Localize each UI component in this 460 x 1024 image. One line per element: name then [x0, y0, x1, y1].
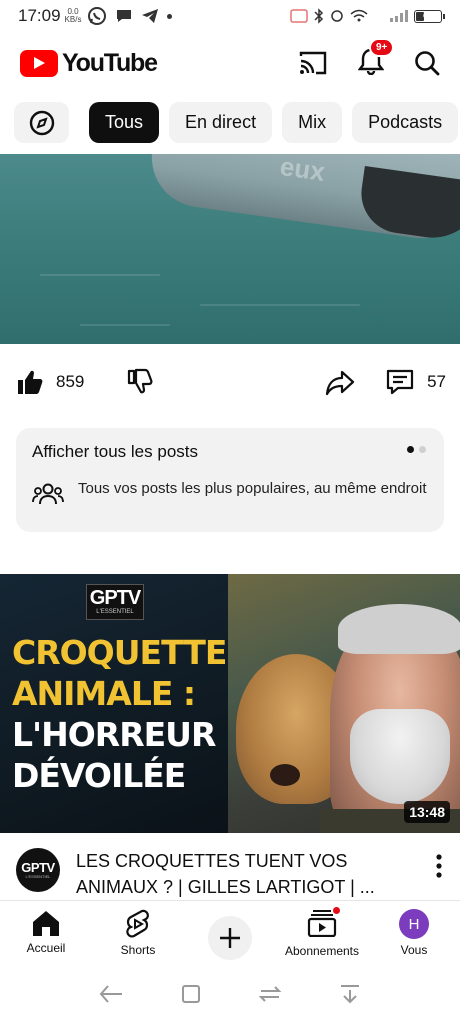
carousel-indicator	[407, 446, 426, 453]
nav-shorts[interactable]: Shorts	[92, 901, 184, 957]
wifi-icon	[350, 9, 368, 22]
hide-keyboard-icon[interactable]	[338, 983, 362, 1005]
carousel-dot-active	[407, 446, 414, 453]
home-icon	[33, 911, 59, 936]
filter-chips: Tous En direct Mix Podcasts	[14, 102, 460, 143]
network-speed-unit: KB/s	[64, 15, 82, 24]
shorts-icon	[126, 909, 149, 938]
cast-status-icon	[290, 9, 308, 23]
youtube-logo[interactable]: YouTube	[20, 48, 158, 78]
share-icon	[325, 370, 355, 396]
status-time: 17:09	[18, 6, 61, 25]
app-header: YouTube 9+	[0, 37, 460, 86]
all-posts-title: Afficher tous les posts	[32, 442, 198, 461]
plus-icon	[220, 928, 240, 948]
signal-icon	[390, 10, 408, 22]
dislike-button[interactable]	[126, 368, 154, 396]
channel-avatar-main: GPTV	[21, 860, 55, 875]
whatsapp-icon	[88, 7, 107, 25]
nav-subscriptions-label: Abonnements	[284, 944, 360, 958]
bluetooth-icon	[314, 8, 324, 24]
nav-you[interactable]: H Vous	[368, 901, 460, 957]
thumbnail-headline: CROQUETTE ANIMALE : L'HORREUR DÉVOILÉE	[12, 632, 227, 796]
all-posts-description: Tous vos posts les plus populaires, au m…	[78, 480, 427, 497]
notifications-button[interactable]: 9+	[357, 37, 395, 80]
message-icon	[117, 10, 132, 22]
man-hair	[338, 604, 460, 654]
video-thumbnail[interactable]: GPTV L'ESSENTIEL CROQUETTE ANIMALE : L'H…	[0, 574, 460, 833]
video-title[interactable]: LES CROQUETTES TUENT VOS ANIMAUX ? | GIL…	[76, 848, 406, 902]
nav-you-label: Vous	[400, 943, 428, 957]
nav-subscriptions[interactable]: Abonnements	[276, 901, 368, 958]
create-button[interactable]	[208, 916, 252, 960]
nav-create[interactable]	[184, 901, 276, 960]
chip-mix[interactable]: Mix	[282, 102, 343, 143]
water-ripple	[40, 274, 160, 276]
thumbs-down-icon	[128, 368, 153, 394]
man-beard	[350, 709, 450, 804]
like-count: 859	[56, 372, 85, 391]
boat-lettering: eux	[278, 154, 327, 187]
headline-line-2: ANIMALE :	[12, 674, 196, 713]
share-button[interactable]	[325, 368, 355, 396]
video-meta: GPTV L'ESSENTIEL LES CROQUETTES TUENT VO…	[16, 848, 444, 902]
youtube-play-icon	[20, 49, 58, 77]
new-content-dot	[332, 906, 341, 915]
like-button[interactable]: 859	[16, 368, 84, 396]
subscriptions-icon-wrap	[307, 906, 341, 940]
boat-fender	[356, 165, 460, 245]
video-duration: 13:48	[404, 801, 450, 823]
alarm-icon	[331, 10, 343, 22]
back-icon[interactable]	[98, 983, 124, 1005]
gptv-logo: GPTV L'ESSENTIEL	[86, 584, 144, 620]
people-icon	[32, 483, 64, 505]
dog-nose	[270, 764, 300, 786]
chip-podcasts[interactable]: Podcasts	[352, 102, 459, 143]
nav-shorts-label: Shorts	[120, 943, 156, 957]
chip-en-direct[interactable]: En direct	[169, 102, 273, 143]
video-more-button[interactable]	[434, 848, 444, 902]
comments-button[interactable]: 57	[385, 368, 446, 396]
cast-icon[interactable]	[298, 50, 328, 76]
water-ripple	[80, 324, 170, 326]
more-notifications-dot	[167, 13, 173, 19]
home-square-icon[interactable]	[180, 983, 202, 1005]
nav-home-label: Accueil	[26, 941, 66, 955]
headline-line-1: CROQUETTE	[12, 633, 227, 672]
compass-icon	[29, 110, 54, 135]
gptv-logo-sub: L'ESSENTIEL	[96, 609, 134, 615]
headline-line-4: DÉVOILÉE	[12, 756, 186, 795]
battery-level: 6	[423, 12, 427, 20]
recents-icon[interactable]	[258, 983, 282, 1005]
status-bar: 17:09 0.0 KB/s 6	[0, 0, 460, 32]
nav-home[interactable]: Accueil	[0, 901, 92, 955]
battery-icon: 6	[414, 9, 445, 23]
system-navigation-bar	[0, 974, 460, 1014]
network-speed: 0.0 KB/s	[65, 8, 82, 24]
comment-icon	[386, 369, 414, 395]
post-actions: 859 57	[16, 364, 446, 400]
headline-line-3: L'HORREUR	[12, 715, 216, 754]
thumbs-up-icon	[18, 370, 43, 394]
carousel-dot	[419, 446, 426, 453]
chip-tous[interactable]: Tous	[89, 102, 160, 143]
comment-count: 57	[427, 372, 446, 391]
app-name: YouTube	[62, 48, 158, 77]
notification-badge: 9+	[369, 37, 395, 57]
channel-avatar[interactable]: GPTV L'ESSENTIEL	[16, 848, 60, 892]
search-icon[interactable]	[414, 50, 440, 76]
telegram-icon	[142, 9, 159, 23]
gptv-logo-main: GPTV	[89, 587, 141, 609]
explore-chip[interactable]	[14, 102, 69, 143]
water-ripple	[200, 304, 360, 306]
profile-avatar: H	[399, 909, 429, 939]
all-posts-card[interactable]: Afficher tous les posts Tous vos posts l…	[16, 428, 444, 532]
post-image[interactable]: eux	[0, 154, 460, 344]
more-vertical-icon	[436, 854, 442, 878]
channel-avatar-sub: L'ESSENTIEL	[25, 874, 51, 879]
bottom-navigation: Accueil Shorts Abonnements H Vous	[0, 900, 460, 962]
